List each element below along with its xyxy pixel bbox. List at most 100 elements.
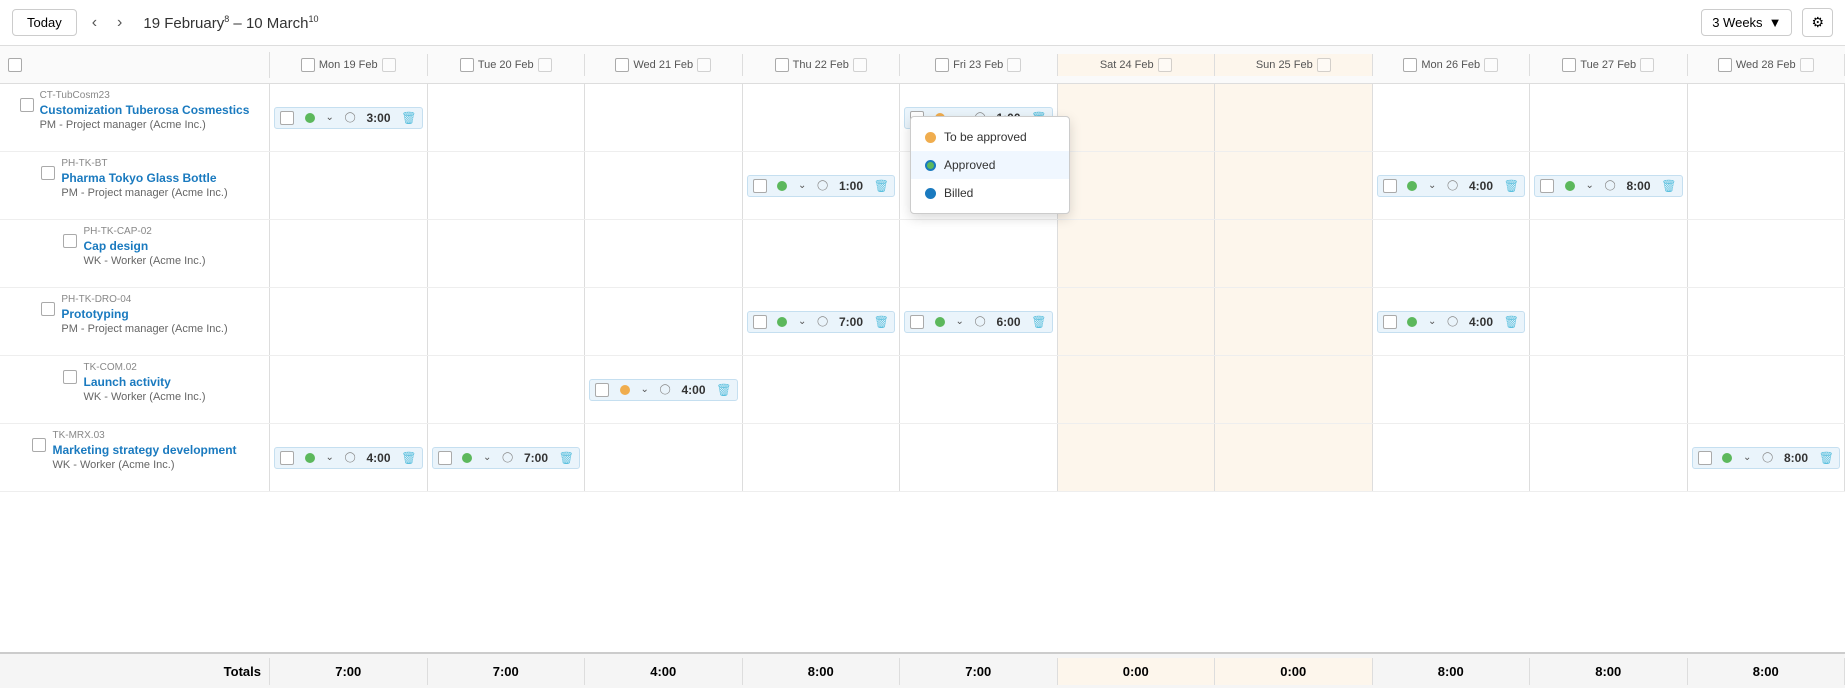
status-chevron[interactable]: ⌄ [1428,316,1436,327]
status-chevron[interactable]: ⌄ [955,316,963,327]
col-check2-fri23[interactable] [1007,58,1021,72]
status-dot-green [1722,453,1732,463]
col-check2-wed28[interactable] [1800,58,1814,72]
cell-row4-sun25 [1215,288,1373,355]
settings-gear-button[interactable]: ⚙ [1802,8,1833,37]
delete-icon[interactable]: 🗑 [1819,451,1834,465]
grid-footer: Totals 7:00 7:00 4:00 8:00 7:00 0:00 0:0… [0,652,1845,688]
cell-row4-sat24 [1058,288,1216,355]
status-chevron[interactable]: ⌄ [640,384,648,395]
cell-row4-tue27 [1530,288,1688,355]
col-checkbox-wed28[interactable] [1718,58,1732,72]
row-checkbox[interactable] [41,302,55,316]
entry-checkbox[interactable] [1383,315,1397,329]
entry-checkbox[interactable] [1540,179,1554,193]
task-code: TK-MRX.03 [52,430,236,441]
col-check2-sat24[interactable] [1158,58,1172,72]
next-arrow-button[interactable]: › [112,12,127,34]
delete-icon[interactable]: 🗑 [874,315,889,329]
status-chevron[interactable]: ⌄ [483,452,491,463]
col-check2-mon26[interactable] [1484,58,1498,72]
total-sun25: 0:00 [1215,658,1373,685]
entry-checkbox[interactable] [910,315,924,329]
status-chevron[interactable]: ⌄ [1428,180,1436,191]
task-info-cell: TK-MRX.03 Marketing strategy development… [0,424,270,491]
task-role: PM - Project manager (Acme Inc.) [61,187,227,199]
entry-checkbox[interactable] [1698,451,1712,465]
prev-arrow-button[interactable]: ‹ [87,12,102,34]
col-checkbox-thu22[interactable] [775,58,789,72]
status-chevron[interactable]: ⌄ [1743,452,1751,463]
status-chevron[interactable]: ⌄ [1585,180,1593,191]
cell-row5-wed21: ⌄ ◯ 4:00 🗑 [585,356,743,423]
cell-row6-tue20: ⌄ ◯ 7:00 🗑 [428,424,586,491]
task-name[interactable]: Customization Tuberosa Cosmestics [40,103,250,117]
task-name[interactable]: Pharma Tokyo Glass Bottle [61,171,227,185]
col-checkbox-mon26[interactable] [1403,58,1417,72]
delete-icon[interactable]: 🗑 [1504,315,1519,329]
header-col-mon19: Mon 19 Feb [270,54,428,76]
cell-row3-tue20 [428,220,586,287]
entry-checkbox[interactable] [280,111,294,125]
header-checkbox[interactable] [8,58,22,72]
cell-row4-tue20 [428,288,586,355]
delete-icon[interactable]: 🗑 [401,451,416,465]
weeks-selector-button[interactable]: 3 Weeks ▼ [1701,9,1792,36]
cell-row2-mon19 [270,152,428,219]
row-checkbox[interactable] [63,234,77,248]
dropdown-item-to-be-approved[interactable]: To be approved [911,123,1069,151]
col-check2-sun25[interactable] [1317,58,1331,72]
cell-row3-sun25 [1215,220,1373,287]
delete-icon[interactable]: 🗑 [874,179,889,193]
col-check2-mon19[interactable] [382,58,396,72]
col-check2-wed21[interactable] [697,58,711,72]
status-chevron[interactable]: ⌄ [325,112,333,123]
status-chevron[interactable]: ⌄ [798,316,806,327]
row-checkbox[interactable] [63,370,77,384]
today-button[interactable]: Today [12,9,77,36]
cell-row6-wed28: ⌄ ◯ 8:00 🗑 [1688,424,1845,491]
dropdown-item-approved[interactable]: Approved [911,151,1069,179]
col-check2-thu22[interactable] [853,58,867,72]
delete-icon[interactable]: 🗑 [401,111,416,125]
delete-icon[interactable]: 🗑 [1031,315,1046,329]
task-role: WK - Worker (Acme Inc.) [83,391,205,403]
status-chevron[interactable]: ⌄ [325,452,333,463]
entry-checkbox[interactable] [753,179,767,193]
cell-row4-thu22: ⌄ ◯ 7:00 🗑 [743,288,901,355]
entry-checkbox[interactable] [595,383,609,397]
row-checkbox[interactable] [20,98,34,112]
task-name[interactable]: Marketing strategy development [52,443,236,457]
dropdown-item-billed[interactable]: Billed [911,179,1069,207]
col-checkbox-tue20[interactable] [460,58,474,72]
entry-time: 7:00 [524,451,548,465]
cell-row3-thu22 [743,220,901,287]
delete-icon[interactable]: 🗑 [716,383,731,397]
cell-row4-wed21 [585,288,743,355]
row-checkbox[interactable] [41,166,55,180]
entry-checkbox[interactable] [280,451,294,465]
status-chevron[interactable]: ⌄ [798,180,806,191]
delete-icon[interactable]: 🗑 [1661,179,1676,193]
col-checkbox-fri23[interactable] [935,58,949,72]
entry-checkbox[interactable] [1383,179,1397,193]
task-role: PM - Project manager (Acme Inc.) [61,323,227,335]
header-col-wed28: Wed 28 Feb [1688,54,1845,76]
task-name[interactable]: Cap design [83,239,205,253]
task-name[interactable]: Launch activity [83,375,205,389]
entry-checkbox[interactable] [438,451,452,465]
entry-time: 7:00 [839,315,863,329]
col-check2-tue20[interactable] [538,58,552,72]
task-info-cell: CT-TubCosm23 Customization Tuberosa Cosm… [0,84,270,151]
row-checkbox[interactable] [32,438,46,452]
delete-icon[interactable]: 🗑 [1504,179,1519,193]
col-checkbox-tue27[interactable] [1562,58,1576,72]
status-dot-green [1407,181,1417,191]
cell-row5-wed28 [1688,356,1845,423]
delete-icon[interactable]: 🗑 [559,451,574,465]
col-checkbox-mon19[interactable] [301,58,315,72]
col-checkbox-wed21[interactable] [615,58,629,72]
col-check2-tue27[interactable] [1640,58,1654,72]
entry-checkbox[interactable] [753,315,767,329]
task-name[interactable]: Prototyping [61,307,227,321]
